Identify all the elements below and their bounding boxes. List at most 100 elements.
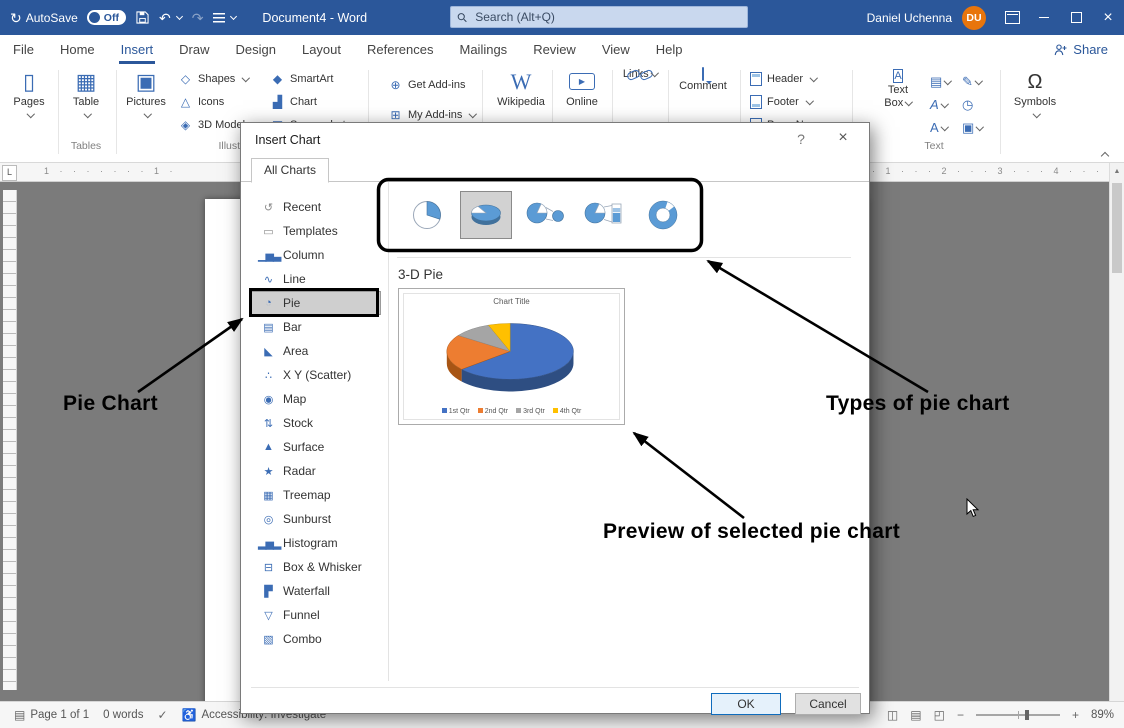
table-button[interactable]: ▦ Table bbox=[62, 68, 110, 121]
zoom-slider-thumb[interactable] bbox=[1025, 710, 1029, 720]
search-input[interactable] bbox=[473, 9, 741, 25]
tab-file[interactable]: File bbox=[0, 35, 47, 64]
chart-category-column[interactable]: ▁▅▃Column bbox=[251, 243, 381, 267]
scrollbar-thumb[interactable] bbox=[1112, 183, 1122, 273]
dialog-help-button[interactable]: ? bbox=[791, 131, 811, 147]
dialog-close-button[interactable]: × bbox=[827, 127, 859, 149]
wikipedia-button[interactable]: W Wikipedia bbox=[492, 68, 550, 109]
share-button[interactable]: Share bbox=[1054, 42, 1108, 57]
avatar[interactable]: DU bbox=[962, 6, 986, 30]
chart-category-bar[interactable]: ▤Bar bbox=[251, 315, 381, 339]
date-time-button[interactable]: ◷ bbox=[962, 97, 973, 113]
footer-button[interactable]: Footer bbox=[750, 95, 812, 109]
pages-button[interactable]: ▯ Pages bbox=[6, 68, 52, 121]
chart-category-treemap[interactable]: ▦Treemap bbox=[251, 483, 381, 507]
word-count-indicator[interactable]: 0 words bbox=[103, 709, 143, 721]
wordart-button[interactable]: A bbox=[930, 97, 947, 112]
chart-category-funnel[interactable]: ▽Funnel bbox=[251, 603, 381, 627]
zoom-level[interactable]: 89% bbox=[1091, 709, 1114, 721]
get-add-ins-button[interactable]: ⊕ Get Add-ins bbox=[388, 78, 465, 92]
subtype-bar-of-pie[interactable] bbox=[578, 191, 630, 239]
chart-category-stock[interactable]: ⇅Stock bbox=[251, 411, 381, 435]
tab-help[interactable]: Help bbox=[643, 35, 696, 64]
quick-parts-button[interactable]: ▤ bbox=[930, 74, 951, 90]
tab-design[interactable]: Design bbox=[223, 35, 289, 64]
tab-home[interactable]: Home bbox=[47, 35, 108, 64]
treemap-chart-icon: ▦ bbox=[258, 489, 278, 502]
autosave-toggle[interactable]: Off bbox=[87, 10, 126, 25]
drop-cap-button[interactable]: A bbox=[930, 120, 947, 135]
tab-layout[interactable]: Layout bbox=[289, 35, 354, 64]
maximize-button[interactable] bbox=[1060, 0, 1092, 35]
links-button[interactable]: Links bbox=[616, 68, 664, 81]
chart-category-templates[interactable]: ▭Templates bbox=[251, 219, 381, 243]
tab-draw[interactable]: Draw bbox=[166, 35, 222, 64]
save-icon bbox=[136, 11, 149, 24]
cancel-button[interactable]: Cancel bbox=[795, 693, 861, 715]
tab-references[interactable]: References bbox=[354, 35, 446, 64]
close-window-button[interactable]: × bbox=[1092, 0, 1124, 35]
header-button[interactable]: Header bbox=[750, 72, 817, 86]
chart-category-recent[interactable]: ↺Recent bbox=[251, 195, 381, 219]
tab-insert[interactable]: Insert bbox=[108, 35, 167, 64]
zoom-slider[interactable] bbox=[976, 714, 1060, 716]
customize-qat-button[interactable] bbox=[213, 13, 236, 23]
ribbon-display-options-button[interactable] bbox=[996, 0, 1028, 35]
shapes-button[interactable]: ◇ Shapes bbox=[178, 72, 249, 86]
tab-stop-selector[interactable]: L bbox=[2, 165, 17, 181]
chart-preview-tile[interactable]: Chart Title 1st Qtr 2nd Qtr 3rd Qtr 4th … bbox=[398, 288, 625, 425]
read-mode-button[interactable]: ◫ bbox=[887, 708, 898, 722]
minimize-button[interactable] bbox=[1028, 0, 1060, 35]
chart-category-pie[interactable]: ◔Pie bbox=[251, 291, 381, 315]
zoom-in-button[interactable]: + bbox=[1072, 708, 1079, 722]
web-layout-button[interactable]: ◰ bbox=[934, 708, 945, 722]
vertical-scrollbar[interactable]: ▲ bbox=[1109, 163, 1124, 701]
user-name[interactable]: Daniel Uchenna bbox=[867, 11, 952, 25]
chart-category-line[interactable]: ∿Line bbox=[251, 267, 381, 291]
symbols-button[interactable]: Ω Symbols bbox=[1008, 68, 1062, 121]
search-box[interactable] bbox=[450, 6, 748, 28]
category-label: Box & Whisker bbox=[283, 560, 362, 574]
chart-category-surface[interactable]: ▲Surface bbox=[251, 435, 381, 459]
chart-category-waterfall[interactable]: ▛Waterfall bbox=[251, 579, 381, 603]
save-button[interactable] bbox=[136, 11, 149, 24]
chart-category-sunburst[interactable]: ◎Sunburst bbox=[251, 507, 381, 531]
chart-category-radar[interactable]: ★Radar bbox=[251, 459, 381, 483]
comment-button[interactable]: Comment bbox=[674, 68, 732, 93]
spellcheck-indicator[interactable]: ✓ bbox=[157, 708, 167, 722]
chart-category-box-whisker[interactable]: ⊟Box & Whisker bbox=[251, 555, 381, 579]
tab-review[interactable]: Review bbox=[520, 35, 589, 64]
category-label: Sunburst bbox=[283, 512, 331, 526]
chart-category-histogram[interactable]: ▂▅▂Histogram bbox=[251, 531, 381, 555]
tab-all-charts[interactable]: All Charts bbox=[251, 158, 329, 183]
subtype-doughnut[interactable] bbox=[637, 191, 689, 239]
redo-button[interactable]: ↷ bbox=[192, 11, 204, 25]
subtype-pie-of-pie[interactable] bbox=[519, 191, 571, 239]
chart-category-area[interactable]: ◣Area bbox=[251, 339, 381, 363]
page-count-indicator[interactable]: ▤ Page 1 of 1 bbox=[14, 708, 89, 722]
collapse-ribbon-button[interactable] bbox=[1102, 146, 1108, 164]
ok-button[interactable]: OK bbox=[711, 693, 781, 715]
chart-category-map[interactable]: ◉Map bbox=[251, 387, 381, 411]
tab-view[interactable]: View bbox=[589, 35, 643, 64]
scroll-up-icon[interactable]: ▲ bbox=[1110, 168, 1124, 175]
my-add-ins-button[interactable]: ⊞ My Add-ins bbox=[388, 108, 476, 122]
zoom-out-button[interactable]: − bbox=[957, 708, 964, 722]
chart-category-scatter[interactable]: ∴X Y (Scatter) bbox=[251, 363, 381, 387]
icons-button[interactable]: △ Icons bbox=[178, 95, 224, 109]
subtype-3d-pie[interactable] bbox=[460, 191, 512, 239]
pictures-button[interactable]: ▣ Pictures bbox=[120, 68, 172, 121]
object-button[interactable]: ▣ bbox=[962, 120, 983, 136]
chart-button[interactable]: ▟ Chart bbox=[270, 95, 317, 109]
undo-button[interactable]: ↶ bbox=[159, 11, 182, 25]
online-video-button[interactable]: ▶ Online bbox=[556, 68, 608, 109]
text-box-button[interactable]: A Text Box bbox=[874, 68, 922, 110]
smartart-button[interactable]: ◆ SmartArt bbox=[270, 72, 333, 86]
share-label: Share bbox=[1073, 42, 1108, 57]
print-layout-button[interactable]: ▤ bbox=[910, 708, 921, 722]
tab-mailings[interactable]: Mailings bbox=[447, 35, 521, 64]
chart-category-combo[interactable]: ▧Combo bbox=[251, 627, 381, 651]
autosave-control[interactable]: ↻ AutoSave Off bbox=[10, 10, 126, 25]
signature-line-button[interactable]: ✎ bbox=[962, 74, 981, 90]
subtype-pie[interactable] bbox=[401, 191, 453, 239]
